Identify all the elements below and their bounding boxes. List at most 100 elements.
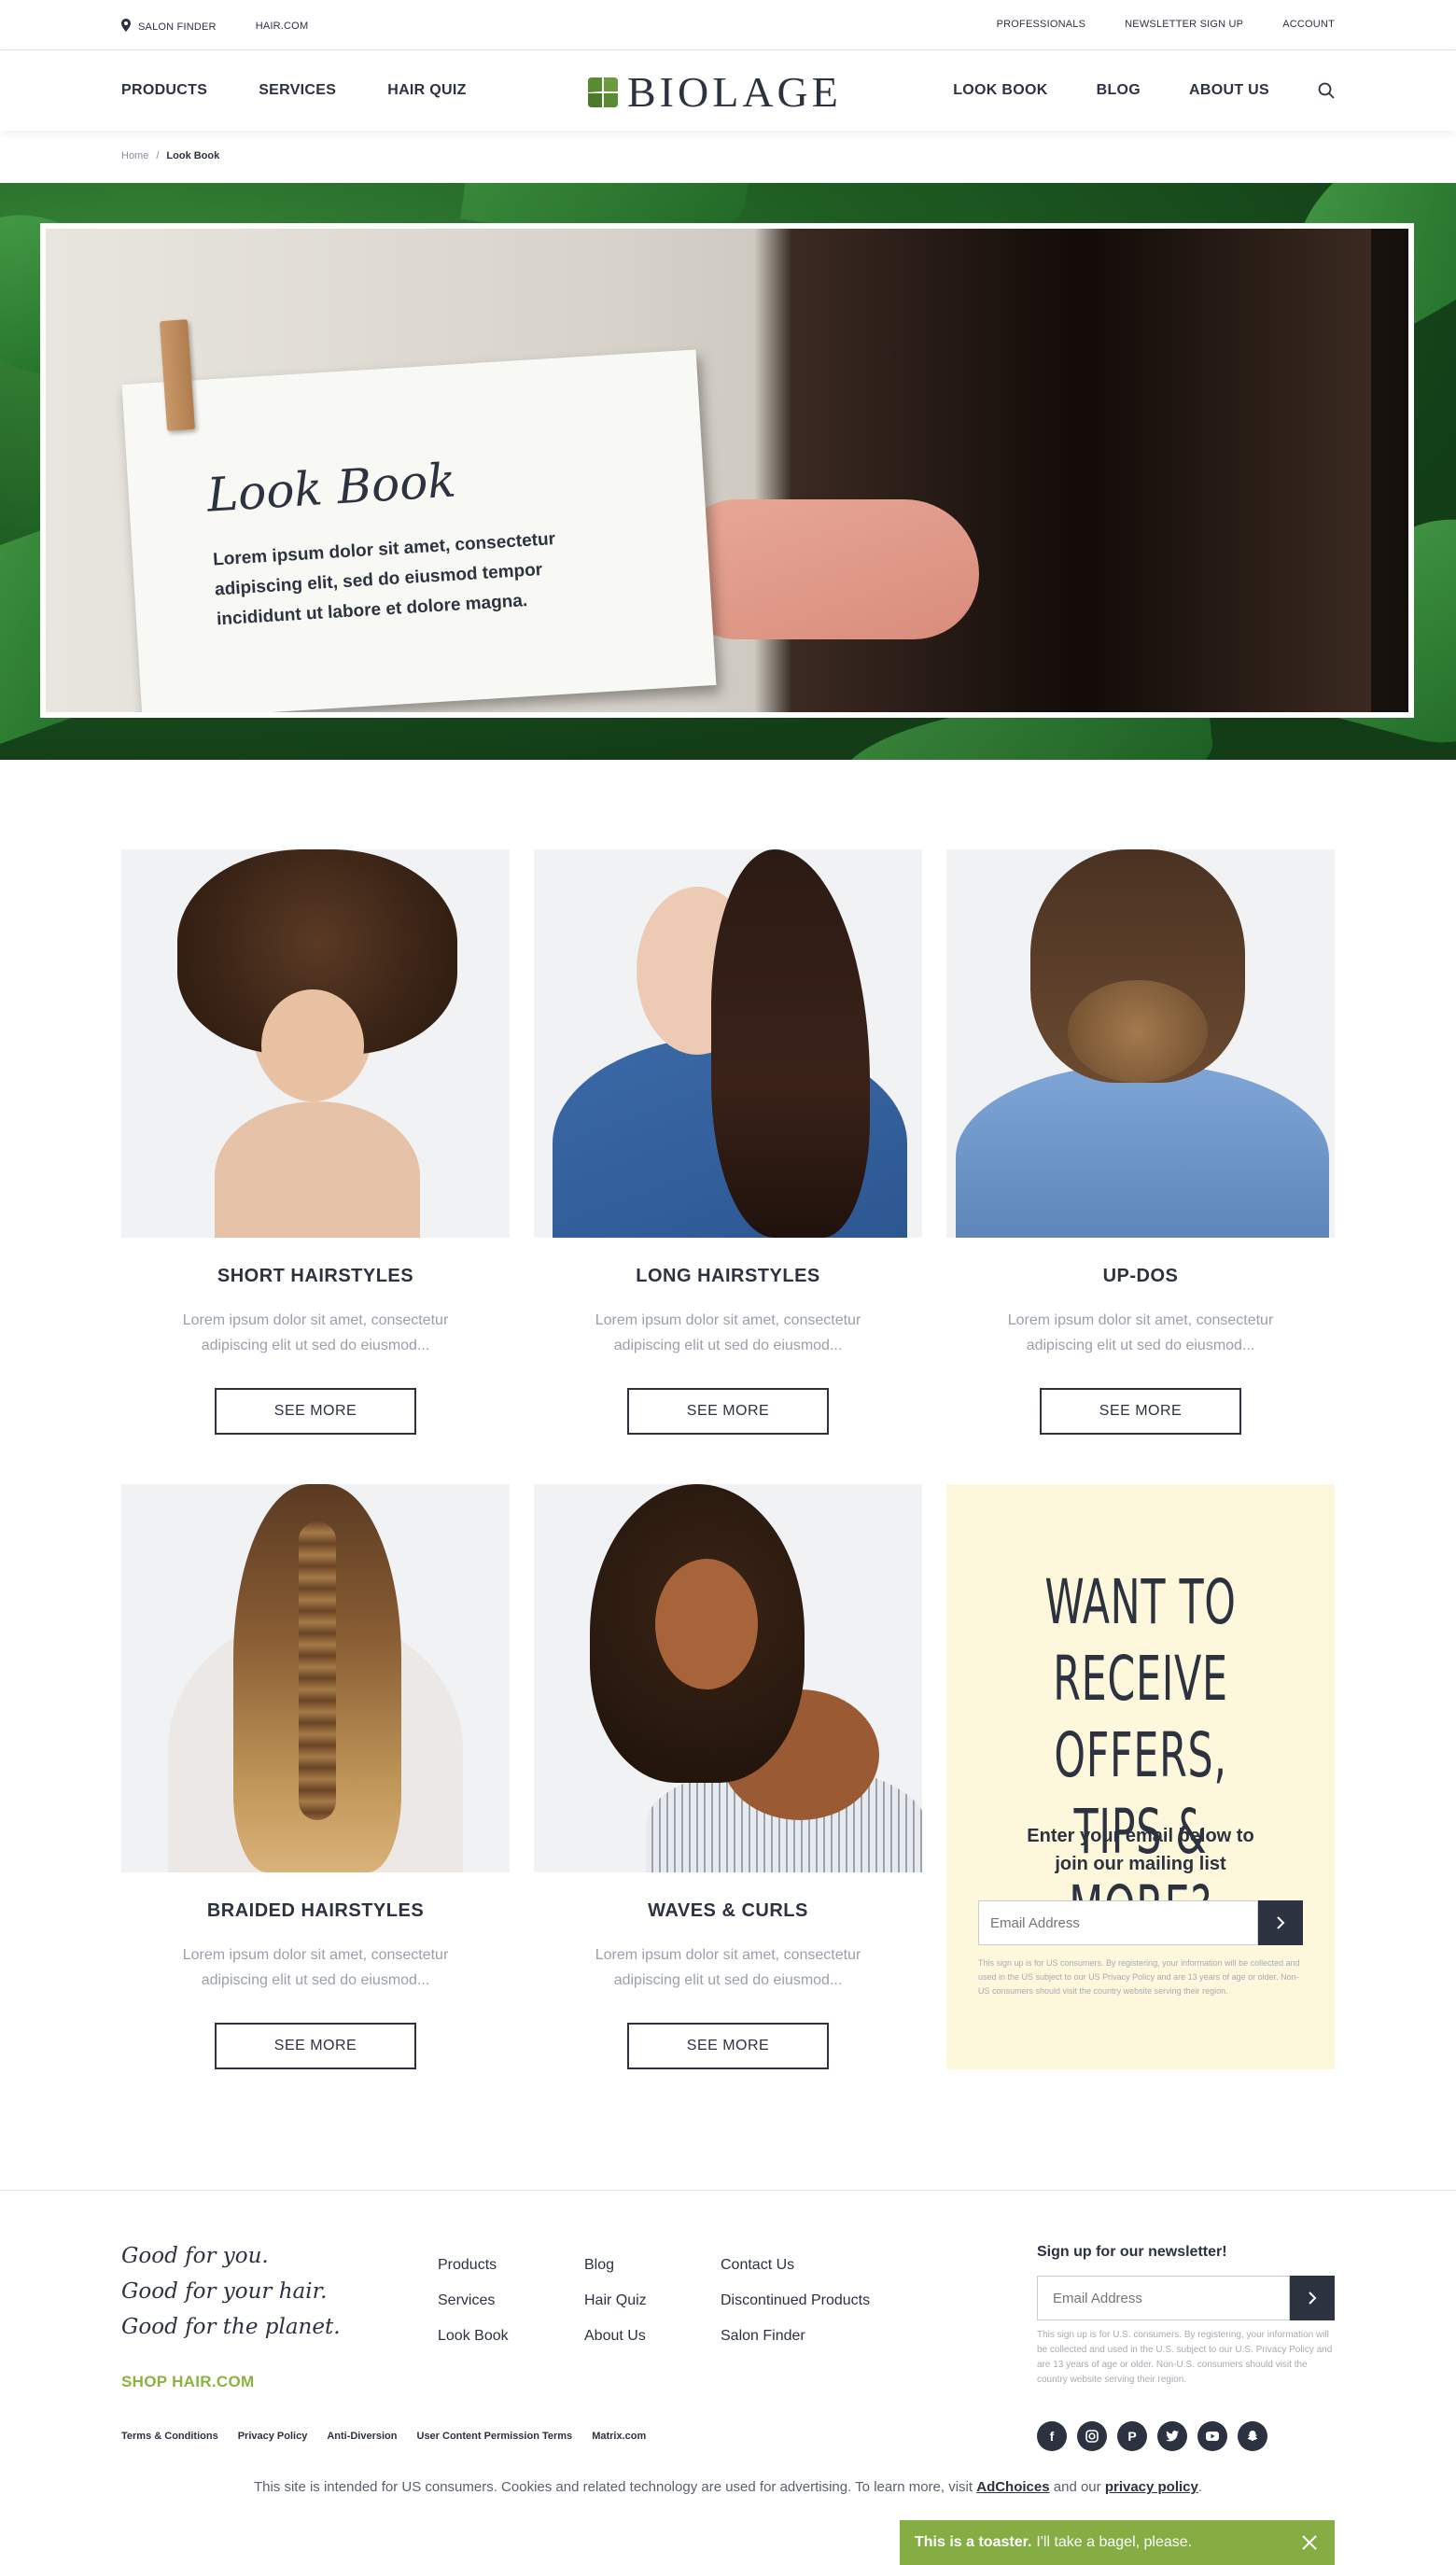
card-description: Lorem ipsum dolor sit amet, consectetur … — [182, 1312, 449, 1353]
anti-diversion-link[interactable]: Anti-Diversion — [327, 2431, 397, 2442]
card-title: UP-DOS — [1102, 1266, 1179, 1286]
toaster-text: I'll take a bagel, please. — [1036, 2534, 1193, 2550]
leaf-logo-icon — [588, 77, 618, 107]
long-hairstyle-photo — [534, 849, 922, 1238]
newsletter-submit-button[interactable] — [1290, 2276, 1335, 2320]
breadcrumb-current: Look Book — [166, 150, 220, 161]
card-braided-hairstyles: BRAIDED HAIRSTYLES Lorem ipsum dolor sit… — [121, 1484, 510, 2069]
see-more-button[interactable]: SEE MORE — [627, 1388, 829, 1435]
nav-services[interactable]: SERVICES — [259, 82, 336, 99]
toaster-bold-text: This is a toaster. — [915, 2534, 1032, 2550]
chevron-right-icon — [1277, 1916, 1285, 1929]
chevron-right-icon — [1309, 2292, 1317, 2305]
see-more-button[interactable]: SEE MORE — [1040, 1388, 1241, 1435]
footer-divider — [0, 2190, 1456, 2191]
newsletter-offer-panel: WANT TO RECEIVE OFFERS, TIPS & MORE? Ent… — [946, 1484, 1335, 2069]
footer-link-salon-finder[interactable]: Salon Finder — [721, 2319, 870, 2354]
newsletter-email-input[interactable] — [1037, 2276, 1290, 2320]
card-waves-curls: WAVES & CURLS Lorem ipsum dolor sit amet… — [534, 1484, 922, 2069]
card-title: SHORT HAIRSTYLES — [217, 1266, 414, 1286]
short-hairstyle-photo — [121, 849, 510, 1238]
see-more-button[interactable]: SEE MORE — [627, 2023, 829, 2069]
footer-col-3: Contact Us Discontinued Products Salon F… — [721, 2248, 870, 2354]
youtube-icon[interactable] — [1197, 2421, 1227, 2451]
card-title: BRAIDED HAIRSTYLES — [206, 1900, 425, 1921]
hero-body: Lorem ipsum dolor sit amet, consectetur … — [212, 529, 556, 630]
card-title: WAVES & CURLS — [648, 1900, 808, 1921]
footer-link-discontinued-products[interactable]: Discontinued Products — [721, 2283, 870, 2319]
privacy-policy-inline-link[interactable]: privacy policy — [1105, 2479, 1198, 2495]
newsletter-signup-link[interactable]: NEWSLETTER SIGN UP — [1125, 19, 1243, 30]
legal-links: Terms & Conditions Privacy Policy Anti-D… — [121, 2431, 646, 2442]
close-icon[interactable] — [1299, 2532, 1320, 2553]
footer-link-about-us[interactable]: About Us — [584, 2319, 647, 2354]
footer-link-hair-quiz[interactable]: Hair Quiz — [584, 2283, 647, 2319]
offer-email-input[interactable] — [978, 1900, 1258, 1945]
newsletter-fine-print: This sign up is for U.S. consumers. By r… — [1037, 2330, 1333, 2385]
consumer-notice: This site is intended for US consumers. … — [253, 2479, 1203, 2495]
card-description: Lorem ipsum dolor sit amet, consectetur … — [595, 1312, 861, 1353]
card-title: LONG HAIRSTYLES — [636, 1266, 820, 1286]
nav-products[interactable]: PRODUCTS — [121, 82, 207, 99]
nav-about-us[interactable]: ABOUT US — [1189, 82, 1269, 99]
salon-finder-link[interactable]: SALON FINDER — [121, 19, 217, 33]
footer-col-2: Blog Hair Quiz About Us — [584, 2248, 647, 2354]
social-links: f P — [1037, 2421, 1267, 2451]
waves-curls-photo — [534, 1484, 922, 1872]
footer-link-contact-us[interactable]: Contact Us — [721, 2248, 870, 2283]
footer-link-blog[interactable]: Blog — [584, 2248, 647, 2283]
facebook-icon[interactable]: f — [1037, 2421, 1067, 2451]
card-description: Lorem ipsum dolor sit amet, consectetur … — [595, 1947, 861, 1988]
terms-link[interactable]: Terms & Conditions — [121, 2431, 218, 2442]
card-description: Lorem ipsum dolor sit amet, consectetur … — [1007, 1312, 1274, 1353]
see-more-button[interactable]: SEE MORE — [215, 2023, 416, 2069]
look-book-note-card: Look Book Lorem ipsum dolor sit amet, co… — [121, 349, 717, 712]
hand-photo — [680, 499, 979, 639]
breadcrumb: Home / Look Book — [121, 150, 220, 161]
hair-com-link[interactable]: HAIR.COM — [256, 21, 309, 32]
nav-look-book[interactable]: LOOK BOOK — [953, 82, 1047, 99]
card-description: Lorem ipsum dolor sit amet, consectetur … — [182, 1947, 449, 1988]
offer-email-form — [978, 1900, 1303, 1945]
search-icon[interactable] — [1318, 82, 1335, 99]
adchoices-link[interactable]: AdChoices — [976, 2479, 1049, 2495]
hair-photo — [792, 229, 1371, 712]
privacy-policy-link[interactable]: Privacy Policy — [238, 2431, 308, 2442]
offer-title: WANT TO RECEIVE OFFERS, TIPS & MORE? — [1044, 1566, 1237, 1944]
newsletter-form — [1037, 2276, 1335, 2320]
biolage-logo[interactable]: BIOLAGE — [588, 71, 842, 114]
footer-col-1: Products Services Look Book — [438, 2248, 509, 2354]
up-do-photo — [946, 849, 1335, 1238]
account-link[interactable]: ACCOUNT — [1282, 19, 1335, 30]
hero-banner: Look Book Lorem ipsum dolor sit amet, co… — [0, 183, 1456, 760]
instagram-icon[interactable] — [1077, 2421, 1107, 2451]
offer-fine-print: This sign up is for US consumers. By reg… — [978, 1958, 1300, 1996]
main-nav: PRODUCTS SERVICES HAIR QUIZ BIOLAGE LOOK… — [0, 50, 1456, 131]
toaster-notification: This is a toaster. I'll take a bagel, ple… — [900, 2520, 1335, 2565]
shop-hair-com-link[interactable]: SHOP HAIR.COM — [121, 2373, 254, 2391]
braided-hairstyle-photo — [121, 1484, 510, 1872]
footer-link-products[interactable]: Products — [438, 2248, 509, 2283]
footer-link-services[interactable]: Services — [438, 2283, 509, 2319]
professionals-link[interactable]: PROFESSIONALS — [997, 19, 1086, 30]
nav-hair-quiz[interactable]: HAIR QUIZ — [387, 82, 466, 99]
twitter-icon[interactable] — [1157, 2421, 1187, 2451]
footer-link-look-book[interactable]: Look Book — [438, 2319, 509, 2354]
nav-blog[interactable]: BLOG — [1097, 82, 1141, 99]
matrix-link[interactable]: Matrix.com — [592, 2431, 646, 2442]
card-long-hairstyles: LONG HAIRSTYLES Lorem ipsum dolor sit am… — [534, 849, 922, 1435]
footer-tagline: Good for you. Good for your hair. Good f… — [121, 2244, 341, 2339]
breadcrumb-home[interactable]: Home — [121, 150, 148, 161]
hero-photo: Look Book Lorem ipsum dolor sit amet, co… — [40, 223, 1414, 718]
snapchat-icon[interactable] — [1238, 2421, 1267, 2451]
user-content-terms-link[interactable]: User Content Permission Terms — [417, 2431, 573, 2442]
utility-bar: SALON FINDER HAIR.COM PROFESSIONALS NEWS… — [0, 0, 1456, 50]
offer-submit-button[interactable] — [1258, 1900, 1303, 1945]
offer-subtitle: Enter your email below to join our maili… — [1027, 1826, 1254, 1874]
pinterest-icon[interactable]: P — [1117, 2421, 1147, 2451]
hero-title: Look Book — [205, 453, 458, 523]
newsletter-title: Sign up for our newsletter! — [1037, 2244, 1227, 2260]
logo-wordmark: BIOLAGE — [627, 68, 842, 116]
card-short-hairstyles: SHORT HAIRSTYLES Lorem ipsum dolor sit a… — [121, 849, 510, 1435]
see-more-button[interactable]: SEE MORE — [215, 1388, 416, 1435]
